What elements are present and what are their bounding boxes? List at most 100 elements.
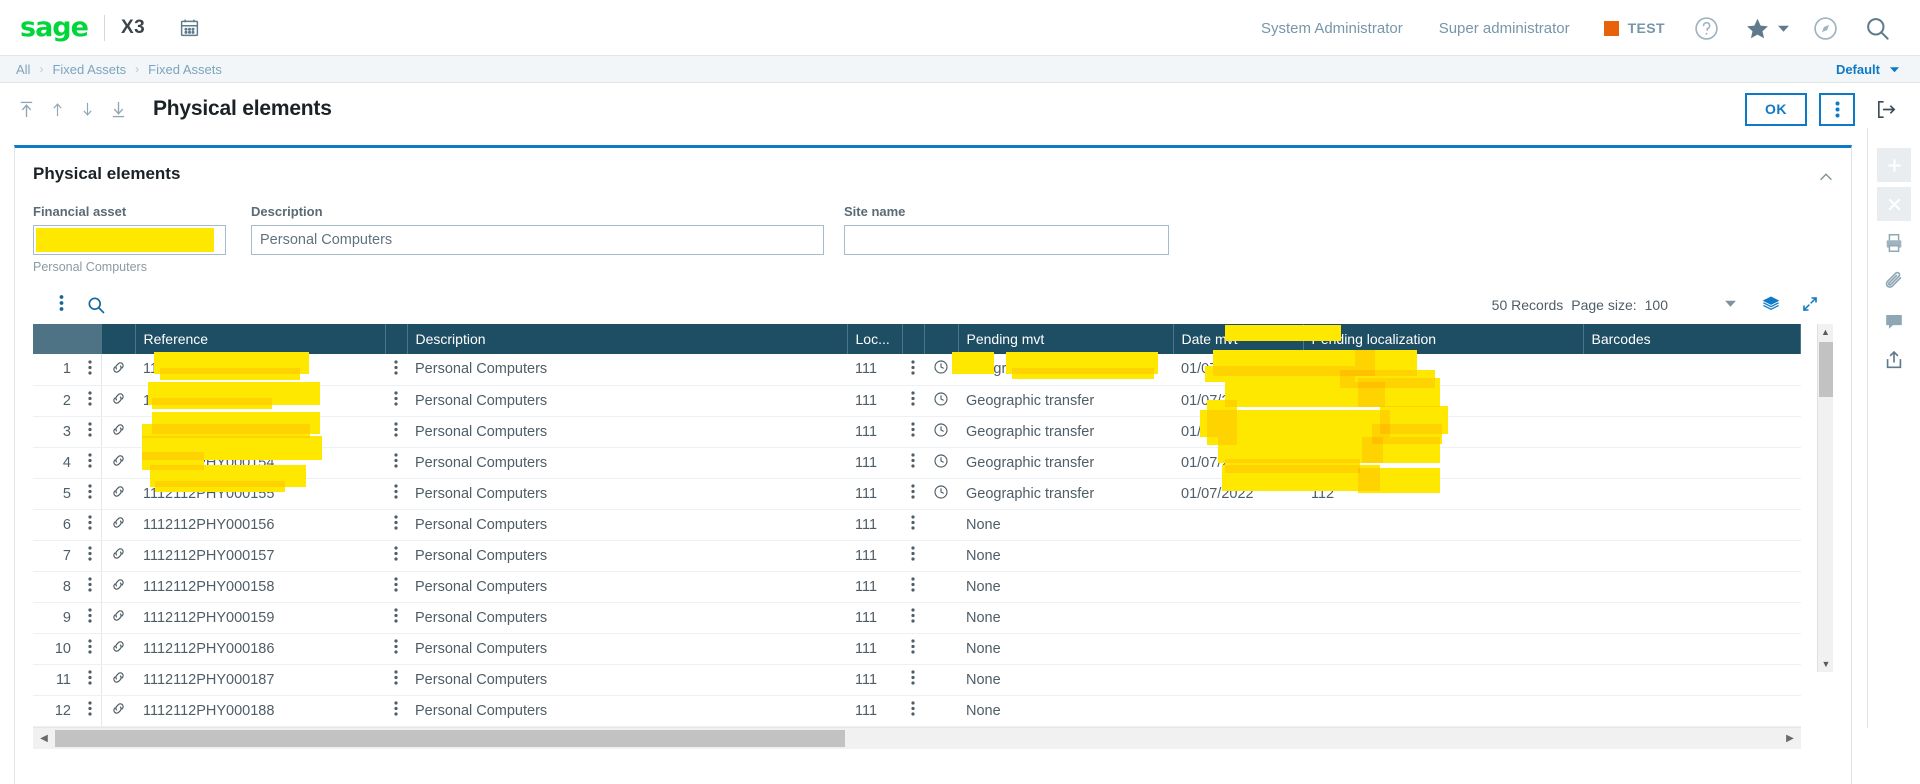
site-name-input[interactable] <box>844 225 1169 255</box>
row-link-button[interactable] <box>101 478 135 510</box>
cell-pending-localization[interactable]: 112 <box>1303 478 1583 510</box>
cell-location[interactable]: 111 <box>847 447 902 479</box>
page-size-value[interactable]: 100 <box>1645 297 1676 313</box>
cell-location[interactable]: 111 <box>847 571 902 603</box>
cell-pending-mvt[interactable]: None <box>958 540 1173 572</box>
cell-barcodes[interactable] <box>1583 354 1801 386</box>
cell-location[interactable]: 111 <box>847 354 902 386</box>
scroll-down-button[interactable]: ▼ <box>1818 656 1834 672</box>
table-row[interactable]: 1 1112112PHY000151 Personal Computers 111 Ge… <box>33 354 1801 386</box>
cell-pending-localization[interactable] <box>1303 695 1583 727</box>
cell-barcodes[interactable] <box>1583 478 1801 510</box>
cell-location[interactable]: 111 <box>847 416 902 448</box>
cell-reference[interactable]: 1112112PHY000152 <box>135 385 385 417</box>
cell-description[interactable]: Personal Computers <box>407 385 847 417</box>
exit-button[interactable] <box>1867 98 1906 121</box>
row-link-button[interactable] <box>101 416 135 448</box>
cell-description[interactable]: Personal Computers <box>407 695 847 727</box>
cell-reference[interactable]: 1112112PHY000186 <box>135 633 385 665</box>
vertical-scrollbar[interactable]: ▲ ▼ <box>1817 324 1833 672</box>
cell-pending-localization[interactable] <box>1303 540 1583 572</box>
reference-menu-button[interactable] <box>385 602 407 634</box>
cell-pending-mvt[interactable]: None <box>958 633 1173 665</box>
reference-menu-button[interactable] <box>385 354 407 386</box>
table-row[interactable]: 9 1112112PHY000159 Personal Computers 111 No… <box>33 602 1801 634</box>
cell-pending-mvt[interactable]: None <box>958 664 1173 696</box>
cell-barcodes[interactable] <box>1583 633 1801 665</box>
row-menu-button[interactable] <box>79 354 102 386</box>
cell-pending-mvt[interactable]: Geographic transfer <box>958 354 1173 386</box>
location-menu-button[interactable] <box>902 447 924 479</box>
cell-location[interactable]: 111 <box>847 540 902 572</box>
grid-options-button[interactable] <box>33 294 64 317</box>
cell-date-mvt[interactable] <box>1173 571 1303 603</box>
cell-location[interactable]: 111 <box>847 664 902 696</box>
location-menu-button[interactable] <box>902 664 924 696</box>
reference-menu-button[interactable] <box>385 509 407 541</box>
cell-barcodes[interactable] <box>1583 509 1801 541</box>
cell-date-mvt[interactable] <box>1173 540 1303 572</box>
close-icon[interactable] <box>1877 187 1911 221</box>
row-menu-button[interactable] <box>79 695 102 727</box>
calendar-icon[interactable] <box>179 17 200 38</box>
cell-reference[interactable]: 1112112PHY000187 <box>135 664 385 696</box>
row-link-button[interactable] <box>101 385 135 417</box>
table-row[interactable]: 7 1112112PHY000157 Personal Computers 111 No… <box>33 540 1801 572</box>
cell-pending-localization[interactable] <box>1303 571 1583 603</box>
row-link-button[interactable] <box>101 602 135 634</box>
view-selector[interactable]: Default <box>1836 62 1900 77</box>
cell-reference[interactable]: 1112112PHY000158 <box>135 571 385 603</box>
cell-description[interactable]: Personal Computers <box>407 571 847 603</box>
chevron-up-icon[interactable] <box>1817 168 1835 191</box>
reference-menu-button[interactable] <box>385 571 407 603</box>
table-row[interactable]: 5 1112112PHY000155 Personal Computers 111 Ge… <box>33 478 1801 510</box>
cell-pending-mvt[interactable]: None <box>958 509 1173 541</box>
next-record-button[interactable] <box>80 100 95 119</box>
cell-date-mvt[interactable] <box>1173 633 1303 665</box>
cell-date-mvt[interactable]: 01/07/2022 <box>1173 478 1303 510</box>
cell-description[interactable]: Personal Computers <box>407 416 847 448</box>
cell-location[interactable]: 111 <box>847 695 902 727</box>
column-header-location[interactable]: Loc... <box>847 324 903 354</box>
cell-pending-localization[interactable] <box>1303 633 1583 665</box>
cell-description[interactable]: Personal Computers <box>407 478 847 510</box>
row-menu-button[interactable] <box>79 478 102 510</box>
horizontal-scrollbar[interactable]: ◀ ▶ <box>33 726 1801 749</box>
cell-pending-mvt[interactable]: None <box>958 695 1173 727</box>
cell-description[interactable]: Personal Computers <box>407 354 847 386</box>
cell-reference[interactable]: 1112112PHY000159 <box>135 602 385 634</box>
breadcrumb-item-all[interactable]: All <box>16 62 30 77</box>
row-link-button[interactable] <box>101 447 135 479</box>
cell-pending-localization[interactable] <box>1303 509 1583 541</box>
cell-pending-mvt[interactable]: Geographic transfer <box>958 478 1173 510</box>
reference-menu-button[interactable] <box>385 695 407 727</box>
cell-description[interactable]: Personal Computers <box>407 602 847 634</box>
reference-menu-button[interactable] <box>385 447 407 479</box>
reference-menu-button[interactable] <box>385 478 407 510</box>
scroll-left-button[interactable]: ◀ <box>33 733 55 744</box>
cell-reference[interactable]: 1112112PHY000154 <box>135 447 385 479</box>
cell-reference[interactable]: 1112112PHY000153 <box>135 416 385 448</box>
system-administrator-link[interactable]: System Administrator <box>1243 20 1421 37</box>
cell-date-mvt[interactable] <box>1173 664 1303 696</box>
cell-date-mvt[interactable] <box>1173 509 1303 541</box>
cell-location[interactable]: 111 <box>847 509 902 541</box>
cell-barcodes[interactable] <box>1583 571 1801 603</box>
row-link-button[interactable] <box>101 571 135 603</box>
cell-date-mvt[interactable] <box>1173 602 1303 634</box>
attachment-icon[interactable] <box>1877 265 1911 299</box>
cell-location[interactable]: 111 <box>847 478 902 510</box>
row-menu-button[interactable] <box>79 509 102 541</box>
cell-date-mvt[interactable]: 01/07/2022 <box>1173 354 1303 386</box>
compass-icon[interactable] <box>1800 16 1851 41</box>
table-row[interactable]: 3 1112112PHY000153 Personal Computers 111 Ge… <box>33 416 1801 448</box>
expand-icon[interactable] <box>1791 295 1825 316</box>
cell-date-mvt[interactable]: 01/07/2022 <box>1173 447 1303 479</box>
cell-reference[interactable]: 1112112PHY000188 <box>135 695 385 727</box>
cell-pending-mvt[interactable]: Geographic transfer <box>958 416 1173 448</box>
print-icon[interactable] <box>1877 226 1911 260</box>
cell-description[interactable]: Personal Computers <box>407 633 847 665</box>
cell-location[interactable]: 111 <box>847 602 902 634</box>
cell-description[interactable]: Personal Computers <box>407 540 847 572</box>
ok-button[interactable]: OK <box>1745 92 1807 126</box>
